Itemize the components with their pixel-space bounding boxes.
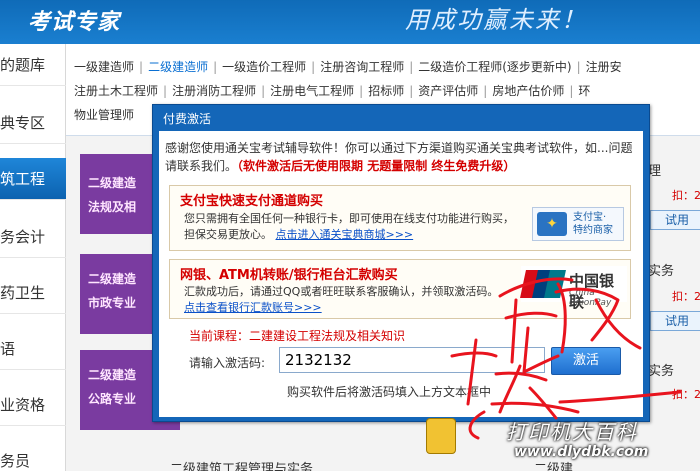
bank-title: 网银、ATM机转账/银行柜台汇款购买	[180, 268, 398, 283]
header-slogan: 用成功赢未来！	[405, 6, 587, 34]
nav-link[interactable]: 环	[578, 82, 590, 99]
current-course: 当前课程：二建建设工程法规及相关知识	[189, 329, 406, 343]
bank-desc-text: 汇款成功后，请通过QQ或者旺旺联系客服确认，并领取激活码。	[184, 285, 499, 298]
nav-link[interactable]: 注册安	[586, 58, 622, 75]
nav-link[interactable]: 一级造价工程师	[222, 58, 306, 75]
nav-row-1: 一级建造师 | 二级建造师 | 一级造价工程师 | 注册咨询工程师 | 二级造价工程师(逐步更新…	[74, 58, 622, 75]
course-price: 扣：27.0	[672, 290, 700, 303]
unionpay-logo: 中国银联 China UnionPay	[520, 266, 627, 311]
bank-transfer-section: 网银、ATM机转账/银行柜台汇款购买 汇款成功后，请通过QQ或者旺旺联系客服确认…	[169, 259, 631, 319]
unionpay-icon	[520, 270, 566, 298]
nav-link[interactable]: 房地产估价师	[492, 82, 564, 99]
nav-link[interactable]: 一级建造师	[74, 58, 134, 75]
payment-activation-dialog: 付费激活 感谢您使用通关宝考试辅导软件！你可以通过下方渠道购买通关宝典考试软件，…	[152, 104, 650, 422]
nav-row-2: 注册土木工程师 | 注册消防工程师 | 注册电气工程师 | 招标师 | 资产评估师 | 房地产估价师…	[74, 82, 591, 99]
sidebar-item-language[interactable]: 语	[0, 328, 66, 370]
nav-link[interactable]: 注册电气工程师	[270, 82, 354, 99]
course-price: 扣：27.0	[672, 388, 700, 401]
intro-text: 感谢您使用通关宝考试辅导软件！你可以通过下方渠道购买通关宝典考试软件，如...问…	[165, 139, 641, 175]
app-logo: 考试专家	[28, 9, 121, 35]
nav-link[interactable]: 物业管理师	[74, 106, 134, 123]
nav-link[interactable]: 注册咨询工程师	[320, 58, 404, 75]
nav-link[interactable]: 招标师	[368, 82, 404, 99]
watermark-url: www.dlydbk.com	[514, 444, 649, 460]
nav-link[interactable]: 资产评估师	[418, 82, 478, 99]
nav-link-active[interactable]: 二级建造师	[148, 58, 208, 75]
activation-code-input[interactable]	[279, 347, 545, 373]
nav-link[interactable]: 注册土木工程师	[74, 82, 158, 99]
dialog-body: 感谢您使用通关宝考试辅导软件！你可以通过下方渠道购买通关宝典考试软件，如...问…	[159, 131, 643, 417]
card-line: 法规及相	[88, 200, 137, 214]
course-title: 二级建筑工程管理与实务	[170, 462, 314, 471]
activation-hint: 购买软件后将激活码填入上方文本框中	[287, 385, 492, 399]
dialog-title: 付费激活	[163, 112, 212, 126]
card-line: 二级建造	[88, 272, 137, 286]
alipay-badge: ✦ 支付宝· 特约商家	[532, 207, 624, 241]
sidebar-item-medical[interactable]: 药卫生	[0, 272, 66, 314]
nav-row-3: 物业管理师	[74, 106, 134, 126]
alipay-badge-line: 特约商家	[573, 225, 613, 236]
alipay-section: 支付宝快速支付通道购买 您只需拥有全国任何一种银行卡，即可使用在线支付功能进行购…	[169, 185, 631, 251]
intro-highlight: （软件激活后无使用限期 无题量限制 终生免费升级）	[237, 159, 516, 173]
bank-description: 汇款成功后，请通过QQ或者旺旺联系客服确认，并领取激活码。 点击查看银行汇款账号…	[184, 284, 524, 316]
sidebar-item-professional[interactable]: 业资格	[0, 384, 66, 426]
activate-button[interactable]: 激活	[551, 347, 621, 375]
try-button[interactable]: 试用	[650, 311, 700, 331]
card-line: 市政专业	[88, 296, 137, 310]
alipay-title: 支付宝快速支付通道购买	[180, 194, 324, 209]
alipay-badge-line: 支付宝·	[573, 212, 607, 223]
puzzle-icon: ✦	[537, 212, 567, 236]
card-line: 公路专业	[88, 392, 137, 406]
try-button[interactable]: 试用	[650, 210, 700, 230]
alipay-description: 您只需拥有全国任何一种银行卡，即可使用在线支付功能进行购买，担保交易更放心。 点…	[184, 211, 522, 243]
store-link[interactable]: 点击进入通关宝典商城>>>	[276, 228, 414, 241]
unionpay-name-en: China UnionPay	[569, 288, 612, 308]
bank-account-link[interactable]: 点击查看银行汇款账号>>>	[184, 300, 524, 316]
sidebar-item-construction[interactable]: 筑工程	[0, 158, 66, 200]
alipay-badge-text: 支付宝· 特约商家	[573, 211, 613, 237]
sidebar-item-classic[interactable]: 典专区	[0, 102, 66, 144]
activation-code-label: 请输入激活码:	[189, 356, 266, 370]
printer-icon	[426, 418, 456, 454]
card-line: 二级建造	[88, 368, 137, 382]
site-watermark: 打印机大百科 www.dlydbk.com	[420, 410, 700, 471]
course-title: 实务	[648, 264, 675, 279]
card-line: 二级建造	[88, 176, 137, 190]
category-sidebar: 的题库 典专区 筑工程 务会计 药卫生 语 业资格 务员	[0, 44, 66, 471]
nav-link[interactable]: 二级造价工程师(逐步更新中)	[418, 58, 571, 75]
course-title: 实务	[648, 364, 675, 379]
course-price: 扣：27.0	[672, 189, 700, 202]
app-header: 考试专家 用成功赢未来！	[0, 0, 700, 44]
sidebar-item-my-bank[interactable]: 的题库	[0, 44, 66, 86]
watermark-text: 打印机大百科	[506, 420, 638, 444]
sidebar-item-accounting[interactable]: 务会计	[0, 216, 66, 258]
sidebar-item-civil-servant[interactable]: 务员	[0, 440, 66, 471]
nav-link[interactable]: 注册消防工程师	[172, 82, 256, 99]
